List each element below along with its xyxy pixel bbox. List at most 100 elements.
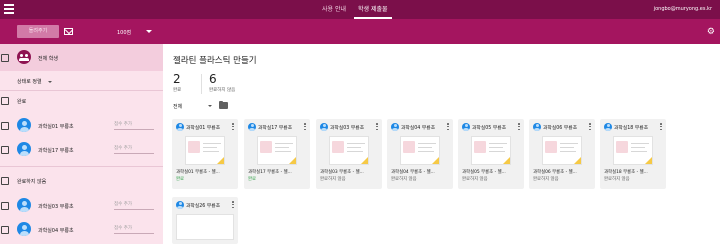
- more-vert-icon[interactable]: [232, 123, 234, 131]
- menu-icon[interactable]: [4, 4, 14, 14]
- filter-select[interactable]: 전체: [173, 103, 182, 110]
- submission-card[interactable]: 과학실01 무룡초 과학실01 무룡초 - 젤... 완료: [172, 119, 238, 189]
- file-thumbnail[interactable]: [400, 136, 440, 165]
- status-badge: 완료: [248, 177, 257, 182]
- card-student-name: 과학실17 무룡초: [258, 126, 293, 131]
- done-count-label: 완료: [173, 88, 182, 93]
- stat-divider: [201, 74, 202, 94]
- file-name[interactable]: 과학실05 무룡초 - 젤...: [462, 169, 522, 175]
- avatar: [248, 123, 256, 131]
- file-thumbnail[interactable]: [329, 136, 369, 165]
- avatar: [17, 118, 31, 132]
- student-checkbox[interactable]: [1, 146, 9, 154]
- avatar: [17, 142, 31, 156]
- more-vert-icon[interactable]: [518, 123, 520, 131]
- avatar: [533, 123, 541, 131]
- file-thumbnail[interactable]: [471, 136, 511, 165]
- student-name[interactable]: 과학실17 무룡초: [38, 147, 74, 154]
- card-student-name: 과학실01 무룡초: [186, 126, 221, 131]
- avatar: [391, 123, 399, 131]
- return-button[interactable]: 돌려주기: [17, 25, 59, 38]
- card-student-name: 과학실03 무룡초: [330, 126, 365, 131]
- file-thumbnail[interactable]: [257, 136, 297, 165]
- student-name[interactable]: 과학실03 무룡초: [38, 203, 74, 210]
- avatar: [604, 123, 612, 131]
- divider: [0, 166, 163, 167]
- file-thumbnail[interactable]: [542, 136, 582, 165]
- file-thumbnail[interactable]: [176, 214, 234, 240]
- grade-input[interactable]: 점수 추가: [114, 145, 154, 154]
- avatar: [176, 123, 184, 131]
- not-done-count-label: 완료하지 않음: [209, 88, 236, 93]
- tab-bar: 사용 안내 학생 제출물: [316, 0, 394, 19]
- more-vert-icon[interactable]: [660, 123, 662, 131]
- file-thumbnail[interactable]: [613, 136, 653, 165]
- avatar: [17, 198, 31, 212]
- all-students-checkbox[interactable]: [1, 54, 9, 62]
- more-vert-icon[interactable]: [376, 123, 378, 131]
- student-name[interactable]: 과학실04 무룡초: [38, 227, 74, 234]
- divider: [0, 90, 163, 91]
- submission-card[interactable]: 과학실05 무룡초 과학실05 무룡초 - 젤... 완료하지 않음: [458, 119, 524, 189]
- assignment-toolbar: 돌려주기: [0, 19, 720, 44]
- submission-card[interactable]: 과학실04 무룡초 과학실04 무룡초 - 젤... 완료하지 않음: [387, 119, 453, 189]
- submission-card[interactable]: 과학실17 무룡초 과학실17 무룡초 - 젤... 완료: [244, 119, 310, 189]
- chevron-down-icon[interactable]: [146, 30, 152, 33]
- all-students-label: 전체 학생: [38, 56, 58, 62]
- not-done-count: 6: [209, 72, 217, 86]
- more-vert-icon[interactable]: [232, 201, 234, 209]
- chevron-down-icon: [47, 80, 52, 83]
- assignment-title: 젤라틴 플라스틱 만들기: [173, 56, 257, 66]
- submission-card[interactable]: 과학실18 무룡초 과학실18 무룡초 - 젤... 완료하지 않음: [600, 119, 666, 189]
- group-icon: [17, 50, 31, 64]
- card-student-name: 과학실18 무룡초: [614, 126, 649, 131]
- status-badge: 완료하지 않음: [391, 177, 417, 182]
- sort-by-status[interactable]: 상태로 정렬: [17, 78, 52, 85]
- file-name[interactable]: 과학실06 무룡초 - 젤...: [533, 169, 593, 175]
- sort-label: 상태로 정렬: [17, 79, 42, 85]
- avatar: [462, 123, 470, 131]
- file-name[interactable]: 과학실18 무룡초 - 젤...: [604, 169, 664, 175]
- file-name[interactable]: 과학실01 무룡초 - 젤...: [176, 169, 236, 175]
- submission-card[interactable]: 과학실03 무룡초 과학실03 무룡초 - 젤... 완료하지 않음: [316, 119, 382, 189]
- card-student-name: 과학실06 무룡초: [543, 126, 578, 131]
- gear-icon[interactable]: ⚙: [707, 28, 715, 37]
- email-icon[interactable]: [64, 28, 73, 35]
- student-name[interactable]: 과학실01 무룡초: [38, 123, 74, 130]
- file-thumbnail[interactable]: [185, 136, 225, 165]
- points-select[interactable]: 100점: [117, 29, 131, 36]
- folder-icon[interactable]: [219, 100, 228, 109]
- section-checkbox-not-done[interactable]: [1, 177, 9, 185]
- grade-input[interactable]: 점수 추가: [114, 201, 154, 210]
- top-app-bar: 사용 안내 학생 제출물 jongbo@muryong.es.kr: [0, 0, 720, 19]
- section-checkbox-done[interactable]: [1, 97, 9, 105]
- account-email[interactable]: jongbo@muryong.es.kr: [654, 0, 712, 19]
- chevron-down-icon[interactable]: [208, 105, 212, 107]
- submission-card[interactable]: 과학실26 무룡초: [172, 197, 238, 244]
- status-badge: 완료: [176, 177, 185, 182]
- card-student-name: 과학실26 무룡초: [186, 204, 221, 209]
- avatar: [17, 222, 31, 236]
- tab-instructions[interactable]: 사용 안내: [316, 0, 352, 19]
- file-name[interactable]: 과학실17 무룡초 - 젤...: [248, 169, 308, 175]
- section-label-done: 완료: [17, 99, 27, 105]
- student-checkbox[interactable]: [1, 122, 9, 130]
- grade-input[interactable]: 점수 추가: [114, 225, 154, 234]
- tab-student-work[interactable]: 학생 제출물: [352, 0, 394, 19]
- avatar: [176, 201, 184, 209]
- file-name[interactable]: 과학실04 무룡초 - 젤...: [391, 169, 451, 175]
- status-badge: 완료하지 않음: [462, 177, 488, 182]
- status-badge: 완료하지 않음: [320, 177, 346, 182]
- more-vert-icon[interactable]: [589, 123, 591, 131]
- status-badge: 완료하지 않음: [604, 177, 630, 182]
- file-name[interactable]: 과학실03 무룡초 - 젤...: [320, 169, 380, 175]
- avatar: [320, 123, 328, 131]
- student-checkbox[interactable]: [1, 226, 9, 234]
- section-label-not-done: 완료하지 않음: [17, 179, 47, 185]
- student-checkbox[interactable]: [1, 202, 9, 210]
- grade-input[interactable]: 점수 추가: [114, 121, 154, 130]
- more-vert-icon[interactable]: [447, 123, 449, 131]
- done-count: 2: [173, 72, 181, 86]
- submission-card[interactable]: 과학실06 무룡초 과학실06 무룡초 - 젤... 완료하지 않음: [529, 119, 595, 189]
- more-vert-icon[interactable]: [304, 123, 306, 131]
